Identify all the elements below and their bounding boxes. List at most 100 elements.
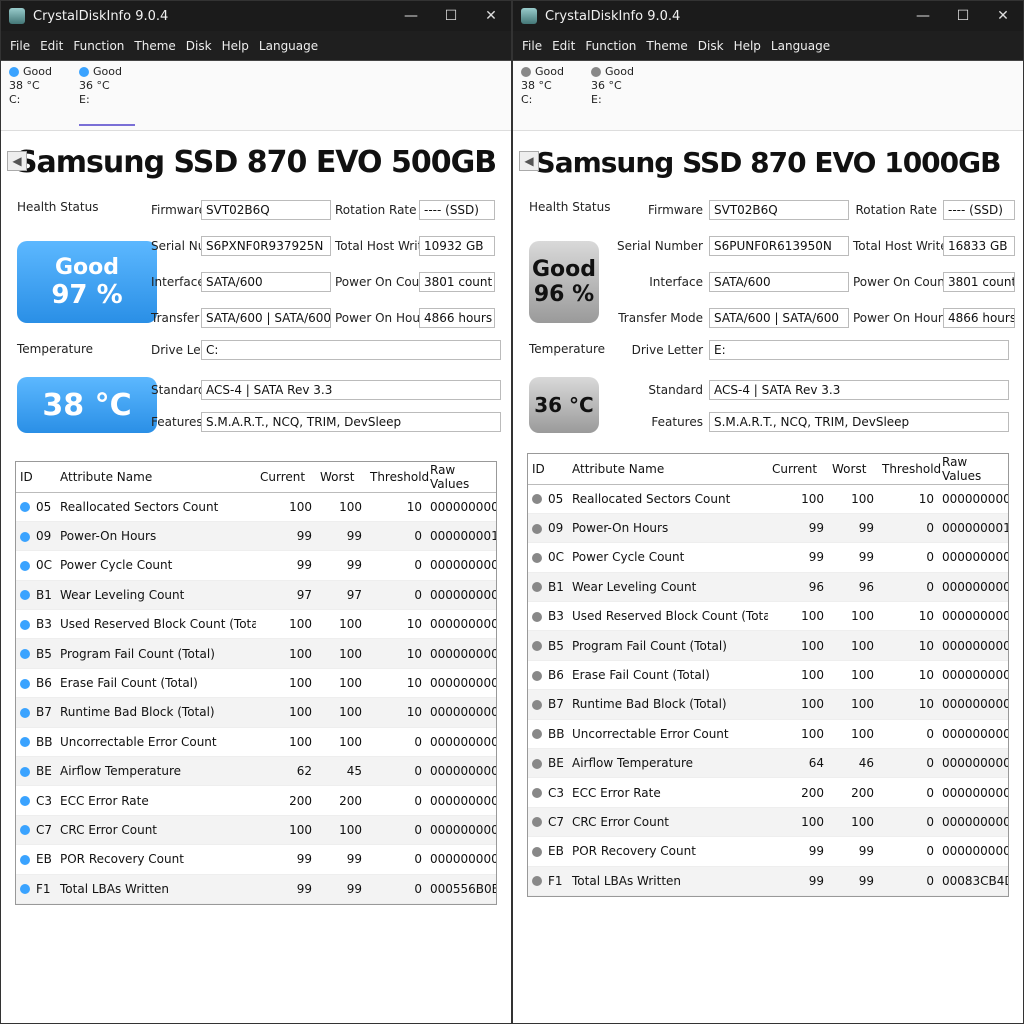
smart-attributes-table[interactable]: ID Attribute Name Current Worst Threshol… <box>15 461 497 905</box>
table-row[interactable]: C3ECC Error Rate2002000000000000000 <box>16 785 496 816</box>
table-row[interactable]: EBPOR Recovery Count999900000000006B8 <box>528 836 1008 867</box>
field-label: Transfer Mode <box>151 311 236 325</box>
table-row[interactable]: B1Wear Leveling Count97970000000000025 <box>16 580 496 611</box>
menu-file[interactable]: File <box>5 39 35 53</box>
menu-edit[interactable]: Edit <box>547 39 580 53</box>
cell-attribute-name: Wear Leveling Count <box>56 580 256 611</box>
column-header[interactable]: Raw Values <box>426 462 496 493</box>
menu-function[interactable]: Function <box>580 39 641 53</box>
menu-disk[interactable]: Disk <box>693 39 729 53</box>
cell-id-text: BE <box>36 764 52 779</box>
column-header[interactable]: Current <box>768 454 828 485</box>
drive-tab-c[interactable]: Good 38 °C C: <box>521 65 577 126</box>
close-button[interactable]: ✕ <box>983 1 1023 31</box>
column-header[interactable]: Worst <box>828 454 878 485</box>
maximize-button[interactable]: ☐ <box>943 1 983 31</box>
table-row[interactable]: 05 Reallocated Sectors Count 100 100 10 00000… <box>16 492 496 522</box>
cell-current: 200 <box>768 777 828 808</box>
column-header[interactable]: ID <box>528 454 568 485</box>
title-bar[interactable]: CrystalDiskInfo 9.0.4 — ☐ ✕ <box>1 1 511 31</box>
table-row[interactable]: B6 Erase Fail Count (Total) 100 100 10 000000… <box>528 660 1008 691</box>
table-row[interactable]: C7CRC Error Count1001000000000000000 <box>16 815 496 846</box>
table-row[interactable]: B1Wear Leveling Count9696000000000002A <box>528 572 1008 603</box>
drive-tab-e[interactable]: Good 36 °C E: <box>591 65 647 126</box>
column-header[interactable]: Threshold <box>878 454 941 485</box>
cell-raw-values: 0000000012F2 <box>938 513 1008 544</box>
cell-attribute-name: Erase Fail Count (Total) <box>56 668 256 699</box>
cell-raw-values: 000000000000 <box>426 609 496 640</box>
table-row[interactable]: B5 Program Fail Count (Total) 100 100 10 0000… <box>16 638 496 669</box>
table-row[interactable]: 09Power-On Hours999900000000012F2 <box>16 521 496 552</box>
cell-raw-values: 000000000000 <box>426 727 496 758</box>
close-button[interactable]: ✕ <box>471 1 511 31</box>
field-value: 4866 hours <box>943 308 1015 328</box>
table-row[interactable]: B6 Erase Fail Count (Total) 100 100 10 000000… <box>16 668 496 699</box>
menu-help[interactable]: Help <box>729 39 766 53</box>
temperature-label: Temperature <box>529 342 606 356</box>
table-row[interactable]: 05 Reallocated Sectors Count 100 100 10 00000… <box>528 484 1008 514</box>
table-row[interactable]: BB Uncorrectable Error Count 100 100 0 000000… <box>16 727 496 758</box>
drive-tab-e[interactable]: Good 36 °C E: <box>79 65 135 126</box>
menu-help[interactable]: Help <box>217 39 254 53</box>
column-header[interactable]: Threshold <box>366 462 429 493</box>
cell-id: BB <box>16 727 56 758</box>
table-row[interactable]: C3ECC Error Rate2002000000000000000 <box>528 777 1008 808</box>
cell-id-text: 05 <box>36 499 52 514</box>
table-row[interactable]: 09Power-On Hours999900000000012F2 <box>528 513 1008 544</box>
cell-id-text: BB <box>548 726 565 741</box>
table-row[interactable]: B3 Used Reserved Block Count (Total) 100 10… <box>528 601 1008 632</box>
table-row[interactable]: C7CRC Error Count1001000000000000000 <box>528 807 1008 838</box>
table-row[interactable]: 0CPower Cycle Count99990000000000ED9 <box>528 542 1008 573</box>
health-status-box[interactable]: Good 96 % <box>529 241 599 323</box>
drive-temp: 36 °C <box>79 79 110 92</box>
smart-attributes-table[interactable]: ID Attribute Name Current Worst Threshol… <box>527 453 1009 897</box>
maximize-button[interactable]: ☐ <box>431 1 471 31</box>
table-row[interactable]: B3 Used Reserved Block Count (Total) 100 10… <box>16 609 496 640</box>
cell-current: 100 <box>768 807 828 838</box>
column-header[interactable]: Worst <box>316 462 366 493</box>
table-row[interactable]: B7 Runtime Bad Block (Total) 100 100 10 00000… <box>16 697 496 728</box>
menu-function[interactable]: Function <box>68 39 129 53</box>
table-row[interactable]: F1Total LBAs Written9999000083CB4DD8B <box>528 866 1008 896</box>
column-header[interactable]: Current <box>256 462 316 493</box>
cell-attribute-name: Total LBAs Written <box>568 866 768 896</box>
table-row[interactable]: BE Airflow Temperature64460000000000024 <box>528 748 1008 779</box>
minimize-button[interactable]: — <box>903 1 943 31</box>
cell-worst: 100 <box>828 807 878 838</box>
cell-threshold: 0 <box>366 550 426 581</box>
table-row[interactable]: 0CPower Cycle Count99990000000000ED9 <box>16 550 496 581</box>
drive-temp: 38 °C <box>9 79 40 92</box>
status-dot-icon <box>20 619 30 630</box>
health-status-box[interactable]: Good 97 % <box>17 241 157 323</box>
menu-language[interactable]: Language <box>766 39 835 53</box>
minimize-button[interactable]: — <box>391 1 431 31</box>
cell-id: 0C <box>528 542 568 573</box>
cell-id: B6 <box>528 660 568 691</box>
menu-language[interactable]: Language <box>254 39 323 53</box>
menu-edit[interactable]: Edit <box>35 39 68 53</box>
table-row[interactable]: B7 Runtime Bad Block (Total) 100 100 10 00000… <box>528 689 1008 720</box>
column-header[interactable]: ID <box>16 462 56 493</box>
menu-file[interactable]: File <box>517 39 547 53</box>
drive-tab-c[interactable]: Good 38 °C C: <box>9 65 65 126</box>
table-row[interactable]: B5 Program Fail Count (Total) 100 100 10 0000… <box>528 630 1008 661</box>
column-header[interactable]: Attribute Name <box>568 454 768 485</box>
table-row[interactable]: BB Uncorrectable Error Count 100 100 0 000000… <box>528 719 1008 750</box>
title-bar[interactable]: CrystalDiskInfo 9.0.4 — ☐ ✕ <box>513 1 1023 31</box>
drive-status: Good <box>535 65 564 78</box>
column-header[interactable]: Attribute Name <box>56 462 256 493</box>
menu-theme[interactable]: Theme <box>641 39 692 53</box>
cell-id-text: 0C <box>36 558 53 573</box>
field-standard: Standard ACS-4 | SATA Rev 3.3 <box>151 379 501 401</box>
field-drive-letter: Drive Letter E: <box>613 339 1009 361</box>
table-row[interactable]: BE Airflow Temperature62450000000000026 <box>16 756 496 787</box>
menu-theme[interactable]: Theme <box>129 39 180 53</box>
table-row[interactable]: F1Total LBAs Written99990000556B0B3E1 <box>16 874 496 904</box>
menu-disk[interactable]: Disk <box>181 39 217 53</box>
status-dot-icon <box>532 817 542 828</box>
cell-id: F1 <box>16 874 56 904</box>
table-row[interactable]: EBPOR Recovery Count999900000000006B8 <box>16 844 496 875</box>
prev-disk-arrow-icon[interactable]: ◀ <box>519 151 539 171</box>
column-header[interactable]: Raw Values <box>938 454 1008 485</box>
prev-disk-arrow-icon[interactable]: ◀ <box>7 151 27 171</box>
